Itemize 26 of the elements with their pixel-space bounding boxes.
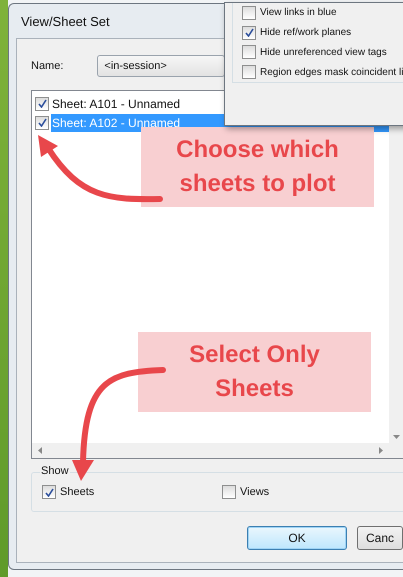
checkbox-label: Hide unreferenced view tags <box>260 46 387 58</box>
horizontal-scrollbar[interactable] <box>32 443 389 458</box>
checkbox[interactable] <box>35 116 49 130</box>
checkbox-label: Hide ref/work planes <box>260 27 352 38</box>
scroll-right-icon[interactable] <box>379 447 383 454</box>
ok-button[interactable]: OK <box>247 526 347 550</box>
window-title: View/Sheet Set <box>21 14 110 28</box>
checkbox[interactable] <box>242 26 256 40</box>
checkbox-label: View links in blue <box>260 7 337 18</box>
checkbox[interactable] <box>222 485 236 499</box>
checkbox[interactable] <box>242 45 256 60</box>
checkbox[interactable] <box>242 6 256 20</box>
checkbox[interactable] <box>35 96 49 110</box>
group-title: Show <box>40 465 70 477</box>
name-label: Name: <box>31 60 64 72</box>
checkbox-label: Sheets <box>60 486 94 498</box>
checkbox-label: Region edges mask coincident li <box>260 66 403 78</box>
scroll-left-icon[interactable] <box>38 447 42 454</box>
checkbox-label: Views <box>240 486 270 498</box>
scroll-down-icon[interactable] <box>392 435 400 439</box>
name-dropdown[interactable]: <in-session> <box>97 55 226 77</box>
annotation-callout: Select Only Sheets <box>138 332 371 412</box>
annotation-callout: Choose which sheets to plot <box>141 127 374 207</box>
checkbox[interactable] <box>242 65 256 80</box>
cancel-button[interactable]: Canc <box>357 526 403 550</box>
checkbox[interactable] <box>42 485 56 499</box>
